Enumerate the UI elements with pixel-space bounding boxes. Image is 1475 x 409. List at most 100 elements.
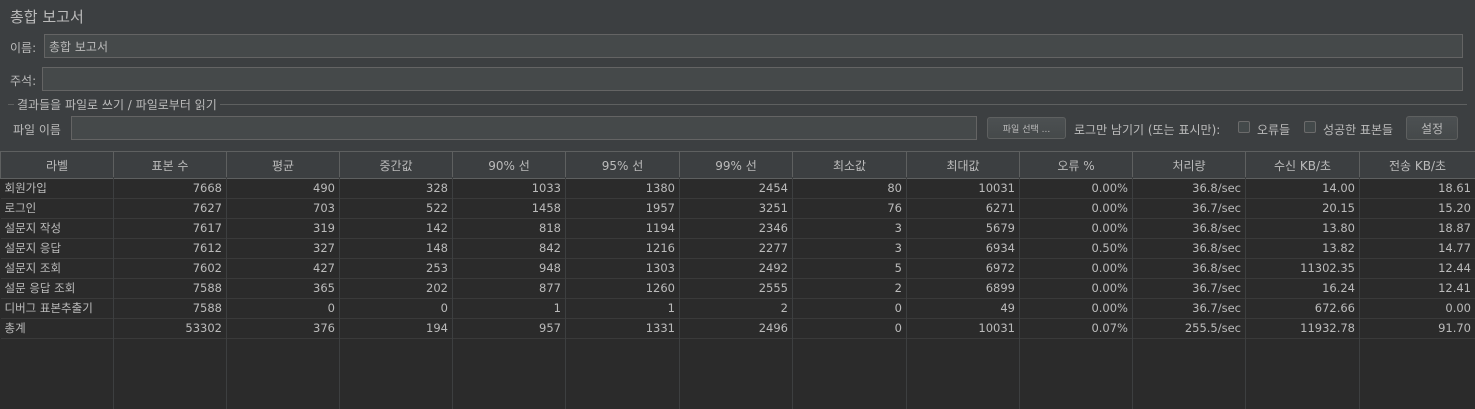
table-cell: 설문지 작성	[0, 218, 114, 239]
table-cell: 7588	[113, 298, 227, 319]
table-row[interactable]: 로그인 7627 703 522 1458 1957 3251 76 6271 0.00% 36.7…	[0, 198, 1475, 219]
column-header[interactable]: 최소값	[792, 151, 907, 179]
table-cell: 18.61	[1359, 178, 1475, 199]
table-cell: 2	[792, 278, 907, 299]
table-cell: 0.50%	[1019, 238, 1133, 259]
table-row[interactable]: 설문 응답 조회 7588 365 202 877 1260 2555 2 6899 0.00% 3…	[0, 278, 1475, 299]
column-header[interactable]: 중간값	[339, 151, 453, 179]
table-cell: 328	[339, 178, 453, 199]
table-cell: 36.8/sec	[1132, 238, 1246, 259]
table-cell: 1194	[565, 218, 680, 239]
table-cell: 7617	[113, 218, 227, 239]
table-cell: 1216	[565, 238, 680, 259]
column-header[interactable]: 99% 선	[679, 151, 793, 179]
table-cell: 0	[792, 318, 907, 339]
table-cell: 5679	[906, 218, 1020, 239]
table-cell: 2454	[679, 178, 793, 199]
table-cell: 672.66	[1245, 298, 1360, 319]
page-title: 총합 보고서	[10, 8, 84, 26]
table-cell: 2277	[679, 238, 793, 259]
table-cell: 14.00	[1245, 178, 1360, 199]
column-header[interactable]: 라벨	[0, 151, 114, 179]
table-cell: 2	[679, 298, 793, 319]
column-divider	[679, 177, 680, 409]
results-table: 라벨 표본 수 평균 중간값 90% 선 95% 선 99% 선 최소값 최대값 오류 % 처리량 수…	[0, 151, 1475, 409]
filename-label: 파일 이름	[13, 123, 61, 137]
table-row[interactable]: 총계 53302 376 194 957 1331 2496 0 10031 0.07% 255.5…	[0, 318, 1475, 339]
table-cell: 76	[792, 198, 907, 219]
table-cell: 18.87	[1359, 218, 1475, 239]
table-row[interactable]: 설문지 응답 7612 327 148 842 1216 2277 3 6934 0.50% 36.…	[0, 238, 1475, 259]
name-label: 이름:	[10, 41, 37, 55]
table-cell: 15.20	[1359, 198, 1475, 219]
table-cell: 7668	[113, 178, 227, 199]
column-header[interactable]: 오류 %	[1019, 151, 1133, 179]
table-cell: 10031	[906, 178, 1020, 199]
table-cell: 1957	[565, 198, 680, 219]
comment-label: 주석:	[10, 74, 37, 88]
table-cell: 0.07%	[1019, 318, 1133, 339]
comment-field[interactable]	[42, 67, 1463, 91]
column-header[interactable]: 수신 KB/초	[1245, 151, 1360, 179]
errors-checkbox[interactable]	[1238, 121, 1250, 133]
success-checkbox[interactable]	[1304, 121, 1316, 133]
log-only-label: 로그만 남기기 (또는 표시만):	[1074, 123, 1221, 137]
table-cell: 427	[226, 258, 340, 279]
table-cell: 설문지 조회	[0, 258, 114, 279]
table-cell: 703	[226, 198, 340, 219]
table-cell: 11932.78	[1245, 318, 1360, 339]
table-cell: 0.00%	[1019, 198, 1133, 219]
table-cell: 1331	[565, 318, 680, 339]
table-cell: 2492	[679, 258, 793, 279]
column-header[interactable]: 처리량	[1132, 151, 1246, 179]
table-cell: 6271	[906, 198, 1020, 219]
table-cell: 1260	[565, 278, 680, 299]
table-cell: 0.00%	[1019, 258, 1133, 279]
column-header[interactable]: 전송 KB/초	[1359, 151, 1475, 179]
success-label: 성공한 표본들	[1323, 123, 1394, 137]
table-cell: 1	[452, 298, 566, 319]
table-cell: 36.7/sec	[1132, 198, 1246, 219]
table-cell: 20.15	[1245, 198, 1360, 219]
table-cell: 12.44	[1359, 258, 1475, 279]
table-row[interactable]: 설문지 작성 7617 319 142 818 1194 2346 3 5679 0.00% 36.…	[0, 218, 1475, 239]
column-divider	[906, 177, 907, 409]
table-cell: 0.00	[1359, 298, 1475, 319]
table-cell: 36.7/sec	[1132, 298, 1246, 319]
table-cell: 194	[339, 318, 453, 339]
table-cell: 253	[339, 258, 453, 279]
browse-button[interactable]: 파일 선택 ...	[987, 117, 1066, 139]
table-cell: 2555	[679, 278, 793, 299]
table-cell: 설문지 응답	[0, 238, 114, 259]
table-cell: 12.41	[1359, 278, 1475, 299]
column-header[interactable]: 95% 선	[565, 151, 680, 179]
table-cell: 1380	[565, 178, 680, 199]
column-header[interactable]: 평균	[226, 151, 340, 179]
table-row[interactable]: 회원가입 7668 490 328 1033 1380 2454 80 10031 0.00% 36…	[0, 178, 1475, 199]
column-header[interactable]: 표본 수	[113, 151, 227, 179]
column-divider	[1245, 177, 1246, 409]
name-field[interactable]	[44, 34, 1463, 58]
table-cell: 53302	[113, 318, 227, 339]
table-cell: 14.77	[1359, 238, 1475, 259]
table-cell: 522	[339, 198, 453, 219]
table-cell: 3251	[679, 198, 793, 219]
table-cell: 365	[226, 278, 340, 299]
configure-button[interactable]: 설정	[1406, 116, 1458, 140]
table-cell: 490	[226, 178, 340, 199]
filename-input[interactable]	[71, 116, 977, 140]
column-header[interactable]: 최대값	[906, 151, 1020, 179]
table-cell: 818	[452, 218, 566, 239]
table-cell: 2346	[679, 218, 793, 239]
table-cell: 로그인	[0, 198, 114, 219]
table-cell: 36.7/sec	[1132, 278, 1246, 299]
table-cell: 7612	[113, 238, 227, 259]
table-cell: 1033	[452, 178, 566, 199]
table-cell: 80	[792, 178, 907, 199]
table-cell: 3	[792, 218, 907, 239]
table-cell: 0	[339, 298, 453, 319]
column-header[interactable]: 90% 선	[452, 151, 566, 179]
table-row[interactable]: 디버그 표본추출기 7588 0 0 1 1 2 0 49 0.00% 36.7/sec 672.66…	[0, 298, 1475, 319]
table-row[interactable]: 설문지 조회 7602 427 253 948 1303 2492 5 6972 0.00% 36.…	[0, 258, 1475, 279]
column-divider	[339, 177, 340, 409]
